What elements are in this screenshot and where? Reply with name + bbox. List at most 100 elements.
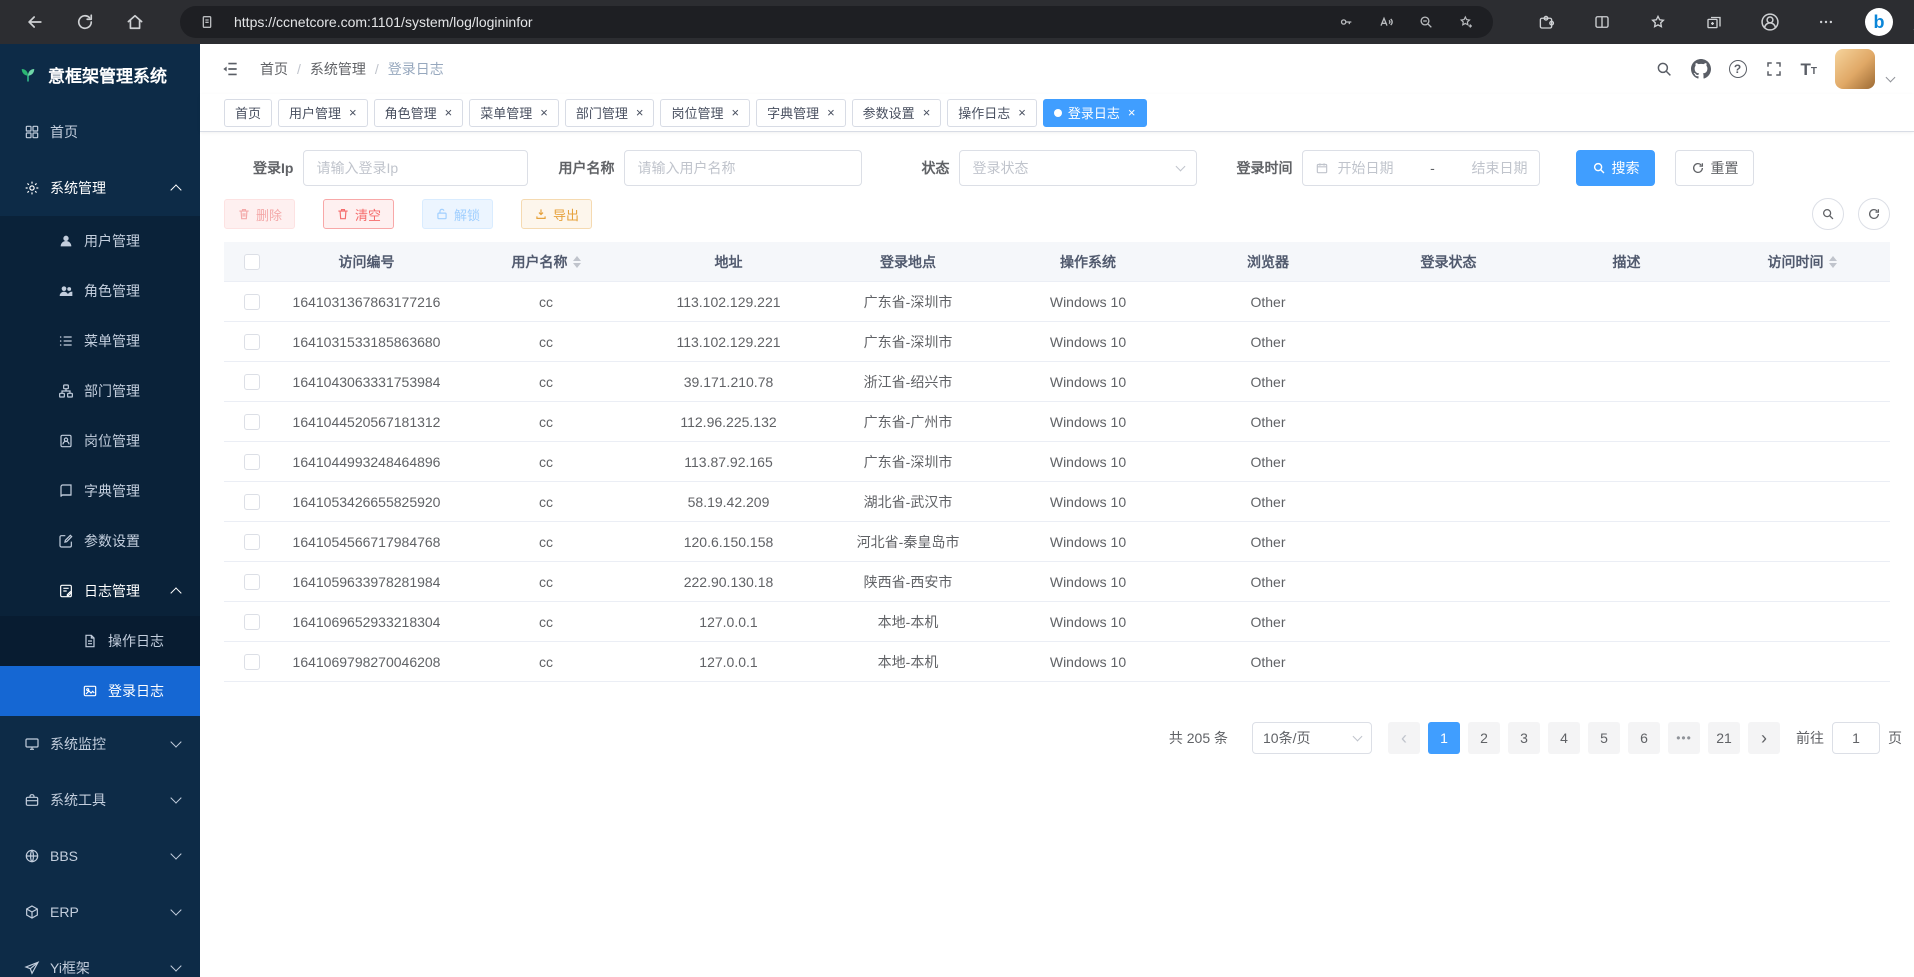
col-username[interactable]: 用户名称 <box>453 252 639 272</box>
help-icon[interactable]: ? <box>1729 60 1747 78</box>
col-access-time[interactable]: 访问时间 <box>1714 252 1890 272</box>
close-icon[interactable]: × <box>540 106 548 119</box>
row-checkbox[interactable] <box>244 454 260 470</box>
address-bar[interactable]: https://ccnetcore.com:1101/system/log/lo… <box>180 6 1493 38</box>
sidebar-item-yi-framework[interactable]: Yi框架 <box>0 940 200 977</box>
close-icon[interactable]: × <box>1018 106 1026 119</box>
more-pages-button[interactable]: ••• <box>1668 722 1700 754</box>
tab-dict-mgmt[interactable]: 字典管理× <box>756 99 846 127</box>
font-size-icon[interactable]: TT <box>1801 61 1818 78</box>
tab-login-log[interactable]: 登录日志× <box>1043 99 1147 127</box>
close-icon[interactable]: × <box>349 106 357 119</box>
tab-home[interactable]: 首页 <box>224 99 272 127</box>
site-info-icon[interactable] <box>194 9 220 35</box>
page-button-5[interactable]: 5 <box>1588 722 1620 754</box>
row-checkbox[interactable] <box>244 534 260 550</box>
tab-menu-mgmt[interactable]: 菜单管理× <box>469 99 559 127</box>
page-size-select[interactable]: 10条/页 <box>1252 722 1372 754</box>
prev-page-button[interactable]: ‹ <box>1388 722 1420 754</box>
export-button[interactable]: 导出 <box>521 199 592 229</box>
sidebar-item-login-log[interactable]: 登录日志 <box>0 666 200 716</box>
sidebar-item-log-mgmt[interactable]: 日志管理 <box>0 566 200 616</box>
tab-param-settings[interactable]: 参数设置× <box>852 99 942 127</box>
close-icon[interactable]: × <box>923 106 931 119</box>
split-screen-icon[interactable] <box>1585 5 1619 39</box>
zoom-out-icon[interactable] <box>1413 9 1439 35</box>
select-all-checkbox[interactable] <box>244 254 260 270</box>
sidebar-item-operation-log[interactable]: 操作日志 <box>0 616 200 666</box>
tab-post-mgmt[interactable]: 岗位管理× <box>660 99 750 127</box>
search-icon[interactable] <box>1655 60 1673 78</box>
sidebar-item-erp[interactable]: ERP <box>0 884 200 940</box>
row-checkbox[interactable] <box>244 334 260 350</box>
row-checkbox[interactable] <box>244 294 260 310</box>
page-button-3[interactable]: 3 <box>1508 722 1540 754</box>
search-button[interactable]: 搜索 <box>1576 150 1655 186</box>
sidebar-item-post-mgmt[interactable]: 岗位管理 <box>0 416 200 466</box>
user-avatar[interactable] <box>1835 49 1875 89</box>
row-checkbox[interactable] <box>244 494 260 510</box>
unlock-button[interactable]: 解锁 <box>422 199 493 229</box>
delete-button[interactable]: 删除 <box>224 199 295 229</box>
login-ip-input[interactable] <box>303 150 528 186</box>
sort-icon[interactable] <box>573 256 581 268</box>
sidebar-item-system-mgmt[interactable]: 系统管理 <box>0 160 200 216</box>
row-checkbox[interactable] <box>244 614 260 630</box>
page-button-2[interactable]: 2 <box>1468 722 1500 754</box>
login-time-range-picker[interactable]: 开始日期 - 结束日期 <box>1302 150 1540 186</box>
collections-icon[interactable] <box>1697 5 1731 39</box>
clear-button[interactable]: 清空 <box>323 199 394 229</box>
username-input[interactable] <box>624 150 862 186</box>
tab-dept-mgmt[interactable]: 部门管理× <box>565 99 655 127</box>
page-button-1[interactable]: 1 <box>1428 722 1460 754</box>
tab-role-mgmt[interactable]: 角色管理× <box>374 99 464 127</box>
row-checkbox[interactable] <box>244 654 260 670</box>
sidebar-item-user-mgmt[interactable]: 用户管理 <box>0 216 200 266</box>
fullscreen-icon[interactable] <box>1765 60 1783 78</box>
breadcrumb-system-mgmt[interactable]: 系统管理 <box>310 59 366 79</box>
breadcrumb-home[interactable]: 首页 <box>260 59 288 79</box>
sidebar-item-menu-mgmt[interactable]: 菜单管理 <box>0 316 200 366</box>
close-icon[interactable]: × <box>445 106 453 119</box>
sidebar-item-param-settings[interactable]: 参数设置 <box>0 516 200 566</box>
page-button-6[interactable]: 6 <box>1628 722 1660 754</box>
tab-user-mgmt[interactable]: 用户管理× <box>278 99 368 127</box>
close-icon[interactable]: × <box>827 106 835 119</box>
page-button-21[interactable]: 21 <box>1708 722 1740 754</box>
row-checkbox[interactable] <box>244 574 260 590</box>
close-icon[interactable]: × <box>731 106 739 119</box>
favorites-bar-icon[interactable] <box>1641 5 1675 39</box>
sidebar-item-dict-mgmt[interactable]: 字典管理 <box>0 466 200 516</box>
sidebar-item-bbs[interactable]: BBS <box>0 828 200 884</box>
page-button-4[interactable]: 4 <box>1548 722 1580 754</box>
browser-profile-icon[interactable] <box>1753 5 1787 39</box>
close-icon[interactable]: × <box>636 106 644 119</box>
github-icon[interactable] <box>1691 59 1711 79</box>
toggle-search-icon[interactable] <box>1812 198 1844 230</box>
row-checkbox[interactable] <box>244 374 260 390</box>
sort-icon[interactable] <box>1829 256 1837 268</box>
refresh-table-icon[interactable] <box>1858 198 1890 230</box>
menu-fold-icon[interactable] <box>214 53 246 85</box>
sidebar-item-tools[interactable]: 系统工具 <box>0 772 200 828</box>
sidebar-item-dept-mgmt[interactable]: 部门管理 <box>0 366 200 416</box>
tab-operation-log[interactable]: 操作日志× <box>947 99 1037 127</box>
close-icon[interactable]: × <box>1128 106 1136 119</box>
row-checkbox[interactable] <box>244 414 260 430</box>
chevron-down-icon[interactable] <box>1886 72 1896 82</box>
sidebar-item-home[interactable]: 首页 <box>0 104 200 160</box>
favorite-star-add-icon[interactable] <box>1453 9 1479 35</box>
back-icon[interactable] <box>18 5 52 39</box>
password-key-icon[interactable] <box>1333 9 1359 35</box>
read-aloud-icon[interactable] <box>1373 9 1399 35</box>
refresh-icon[interactable] <box>68 5 102 39</box>
extensions-icon[interactable] <box>1529 5 1563 39</box>
status-select[interactable]: 登录状态 <box>959 150 1197 186</box>
next-page-button[interactable]: › <box>1748 722 1780 754</box>
bing-copilot-icon[interactable]: b <box>1865 8 1893 36</box>
reset-button[interactable]: 重置 <box>1675 150 1754 186</box>
settings-menu-icon[interactable] <box>1809 5 1843 39</box>
sidebar-item-monitor[interactable]: 系统监控 <box>0 716 200 772</box>
sidebar-item-role-mgmt[interactable]: 角色管理 <box>0 266 200 316</box>
home-icon[interactable] <box>118 5 152 39</box>
